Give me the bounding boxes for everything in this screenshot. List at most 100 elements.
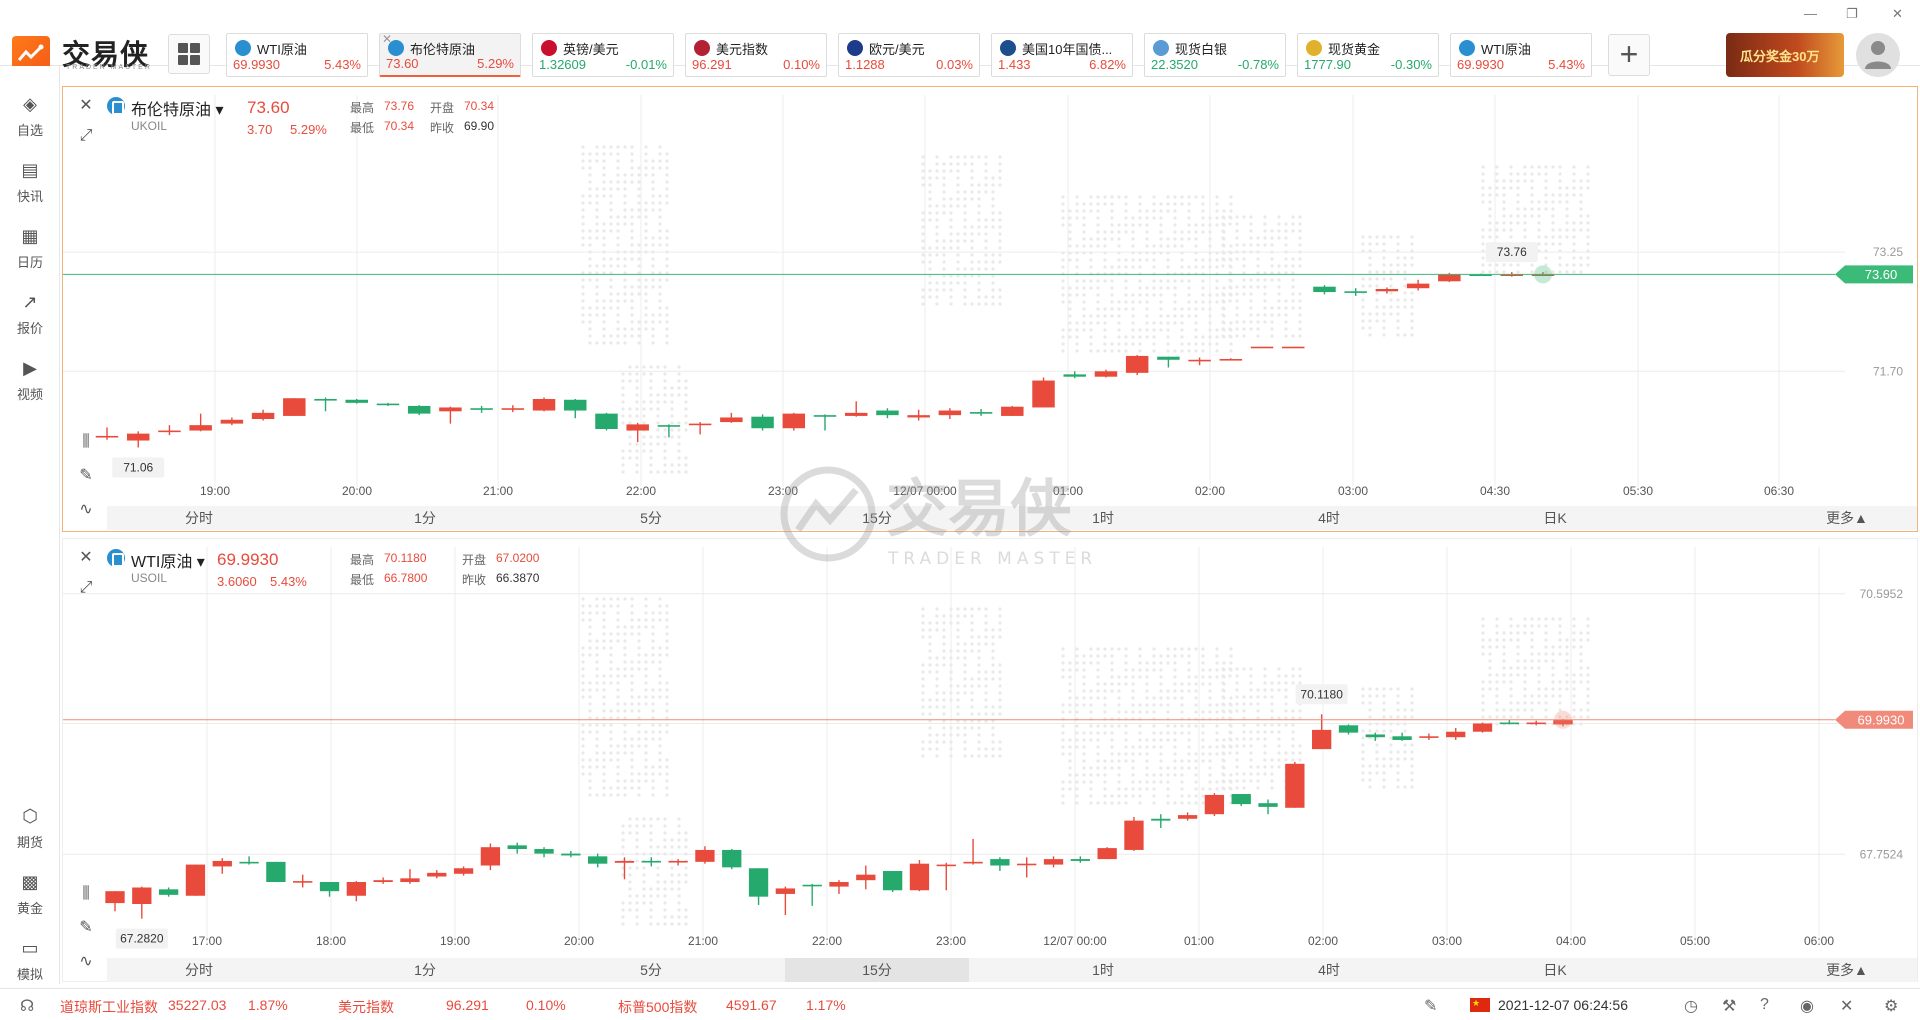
sidebar-item-futures[interactable]: ⬡ 期货 — [0, 806, 60, 851]
period-1[interactable]: 1分 — [333, 958, 517, 982]
expand-icon[interactable]: ⤢ — [71, 573, 101, 603]
period-7[interactable]: 更多▲ — [1797, 506, 1897, 530]
candle — [126, 431, 150, 448]
close-panel-icon[interactable]: ✕ — [71, 91, 101, 121]
symbol-tab[interactable]: 美元指数 96.291 0.10% — [685, 33, 827, 77]
symbol-tab[interactable]: ✕ 布伦特原油 73.60 5.29% — [379, 32, 521, 77]
candle — [720, 412, 743, 423]
close-window-icon[interactable]: ✕ — [1892, 6, 1903, 22]
tools-icon[interactable]: ⚒ — [1722, 996, 1736, 1016]
x-tick-label: 02:00 — [1195, 484, 1225, 498]
chart-panel-wti[interactable]: 70.595269.179567.752417:0018:0019:0020:0… — [62, 538, 1918, 982]
sidebar-item-label: 期货 — [16, 835, 43, 850]
avatar[interactable] — [1856, 33, 1900, 77]
period-6[interactable]: 日K — [1463, 506, 1647, 530]
period-2[interactable]: 5分 — [559, 506, 743, 530]
symbol-name[interactable]: WTI原油 ▾ — [131, 548, 205, 572]
candle — [641, 857, 661, 867]
x-tick-label: 20:00 — [342, 484, 372, 498]
sidebar-item-video[interactable]: ▶ 视频 — [0, 358, 60, 403]
restore-icon[interactable]: ❐ — [1846, 6, 1858, 22]
symbol-tab[interactable]: 欧元/美元 1.1288 0.03% — [838, 33, 980, 77]
tab-price: 73.60 — [386, 56, 419, 71]
period-2[interactable]: 5分 — [559, 958, 743, 982]
add-tab-button[interactable]: + — [1608, 34, 1650, 76]
candle — [657, 424, 681, 438]
period-3[interactable]: 15分 — [785, 506, 969, 530]
indicator-icon[interactable]: ∿ — [71, 495, 101, 525]
promo-banner[interactable]: 瓜分奖金30万 — [1726, 33, 1844, 77]
symbol-tab[interactable]: 现货白银 22.3520 -0.78% — [1144, 33, 1286, 77]
tab-change: 0.10% — [783, 57, 820, 72]
period-4[interactable]: 1时 — [1011, 958, 1195, 982]
sidebar-item-calendar[interactable]: ▦ 日历 — [0, 226, 60, 271]
period-5[interactable]: 4时 — [1237, 506, 1421, 530]
datetime: 2021-12-07 06:24:56 — [1498, 997, 1628, 1013]
candle — [532, 397, 556, 412]
candlestick-chart-brent[interactable]: 73.25 71.70 19:00 20:00 21:00 22:00 23:00 12/07… — [63, 87, 1917, 531]
candle — [782, 412, 806, 431]
sidebar-item-simulate[interactable]: ▭ 模拟 — [0, 938, 60, 983]
y-tick-label: 67.7524 — [1860, 847, 1904, 861]
sidebar-item-bookmark[interactable]: ◈ 自选 — [0, 94, 60, 139]
candle — [969, 409, 993, 416]
extreme-label: 67.2820 — [115, 928, 168, 949]
edit-icon[interactable]: ✎ — [1424, 996, 1437, 1016]
sidebar-item-gold[interactable]: ▩ 黄金 — [0, 872, 60, 917]
period-5[interactable]: 4时 — [1237, 958, 1421, 982]
symbol-tab[interactable]: WTI原油 69.9930 5.43% — [1450, 33, 1592, 77]
period-3[interactable]: 15分 — [785, 958, 969, 982]
symbol-tab[interactable]: 美国10年国债... 1.433 6.82% — [991, 33, 1133, 77]
settings-icon[interactable]: ⚙ — [1884, 996, 1898, 1016]
candlestick-chart-wti[interactable]: 70.595269.179567.752417:0018:0019:0020:0… — [63, 539, 1917, 981]
symbol-tab[interactable]: WTI原油 69.9930 5.43% — [226, 33, 368, 77]
indicator-icon[interactable]: ∿ — [71, 947, 101, 977]
candle — [266, 861, 286, 883]
tab-price: 1.32609 — [539, 57, 586, 72]
minimize-icon[interactable]: — — [1804, 6, 1817, 21]
index-name: 标普500指数 — [618, 999, 698, 1015]
high-label: 最高 — [350, 101, 375, 115]
candle — [534, 847, 554, 858]
candle — [407, 405, 431, 416]
sidebar-item-quote-chart[interactable]: ↗ 报价 — [0, 292, 60, 337]
candle — [507, 842, 527, 854]
chart-panel-brent[interactable]: 73.25 71.70 19:00 20:00 21:00 22:00 23:00 12/07… — [62, 86, 1918, 532]
mute-icon[interactable]: ✕ — [1840, 996, 1853, 1016]
simulate-icon: ▭ — [21, 938, 39, 958]
symbol-icon — [694, 40, 710, 56]
high-value: 70.1180 — [384, 551, 427, 565]
candle — [1285, 761, 1305, 808]
draw-pen-icon[interactable]: ✎ — [71, 913, 101, 943]
app-subtitle: TRADER MASTER — [66, 64, 152, 71]
candle — [346, 881, 366, 902]
draw-pen-icon[interactable]: ✎ — [71, 461, 101, 491]
prev-close-label: 昨收 — [430, 121, 455, 135]
candle — [813, 414, 837, 431]
period-6[interactable]: 日K — [1463, 958, 1647, 982]
expand-icon[interactable]: ⤢ — [71, 121, 101, 151]
clock-icon[interactable]: ◷ — [1684, 996, 1698, 1016]
period-4[interactable]: 1时 — [1011, 506, 1195, 530]
current-price: 73.60 — [247, 98, 290, 117]
candle-type-icon[interactable]: ⫼ — [71, 427, 101, 457]
symbol-tab[interactable]: 现货黄金 1777.90 -0.30% — [1297, 33, 1439, 77]
headset-icon[interactable]: ☊ — [20, 996, 34, 1016]
period-1[interactable]: 1分 — [333, 506, 517, 530]
symbol-tab[interactable]: 英镑/美元 1.32609 -0.01% — [532, 33, 674, 77]
candle — [251, 409, 275, 421]
candle-type-icon[interactable]: ⫼ — [71, 879, 101, 909]
period-0[interactable]: 分时 — [107, 958, 291, 982]
index-change: 1.17% — [806, 997, 846, 1013]
symbol-name[interactable]: 布伦特原油 ▾ — [131, 96, 223, 120]
period-0[interactable]: 分时 — [107, 506, 291, 530]
candle — [695, 846, 715, 864]
camera-icon[interactable]: ◉ — [1800, 996, 1814, 1016]
close-panel-icon[interactable]: ✕ — [71, 543, 101, 573]
news-icon: ▤ — [21, 160, 39, 180]
layout-grid-button[interactable] — [168, 34, 210, 74]
period-7[interactable]: 更多▲ — [1797, 958, 1897, 982]
help-icon[interactable]: ? — [1760, 996, 1769, 1014]
period-bar: 分时 1分 5分 15分 1时 4时 日K 更多▲ — [107, 506, 1917, 530]
sidebar-item-news[interactable]: ▤ 快讯 — [0, 160, 60, 205]
